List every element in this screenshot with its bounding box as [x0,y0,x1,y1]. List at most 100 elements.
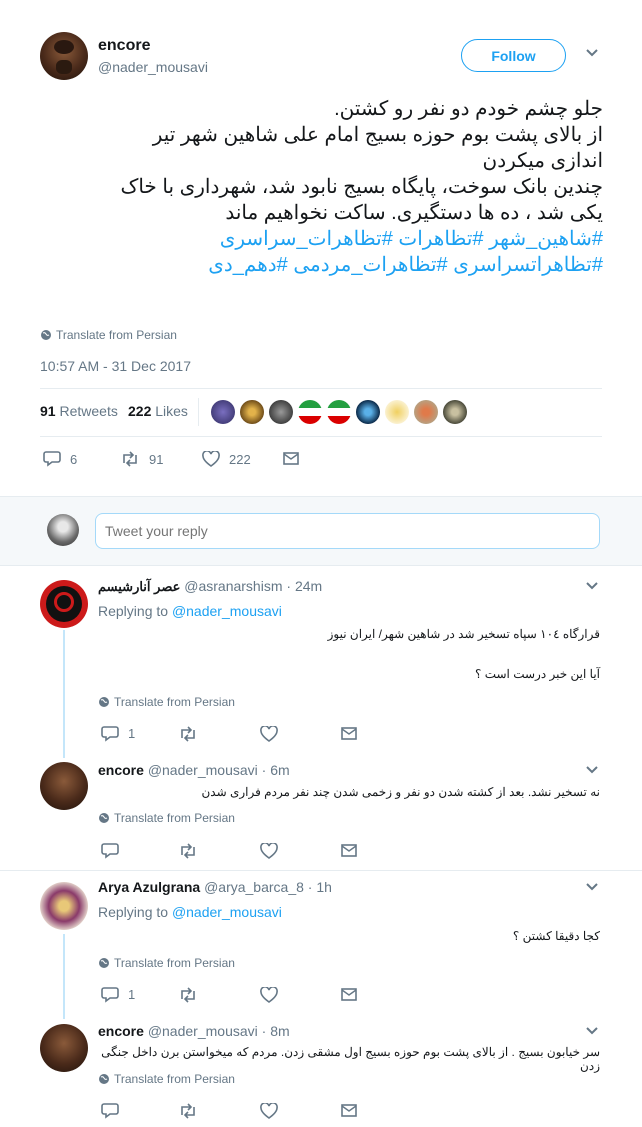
thread-line [63,630,65,758]
likes-stat[interactable]: 222 Likes [128,403,188,419]
reply-text: آیا این خبر درست است ؟ [475,667,600,681]
translate-label: Translate from Persian [114,1072,235,1086]
reply-time[interactable]: · 1h [308,879,332,895]
reply-text: نه تسخیر نشد. بعد از کشته شدن دو نفر و ز… [201,785,600,799]
globe-icon [98,812,110,824]
follow-label: Follow [491,47,536,64]
retweets-stat[interactable]: 91 Retweets [40,403,118,419]
envelope-icon[interactable] [341,844,357,857]
chevron-down-icon[interactable] [585,581,599,591]
envelope-icon[interactable] [341,988,357,1001]
heart-icon[interactable] [260,726,278,742]
replying-to-handle[interactable]: @nader_mousavi [172,904,282,920]
hashtags-line[interactable]: #شاهین_شهر #تظاهرات #تظاهرات_سراسری [40,226,603,252]
retweet-icon[interactable] [178,1103,198,1119]
tweet-text-line: چندین بانک سوخت، پایگاه بسیج نابود شد، ش… [120,176,603,198]
reply-avatar[interactable] [40,1024,88,1072]
tweet-timestamp[interactable]: 10:57 AM - 31 Dec 2017 [40,358,191,374]
reply-author-handle[interactable]: @nader_mousavi [148,762,258,778]
liker-avatar[interactable] [414,400,438,424]
reply-author-name[interactable]: Arya Azulgrana [98,879,200,895]
liker-avatar[interactable] [269,400,293,424]
reply-icon[interactable] [43,450,61,467]
tweet-text-line: جلو چشم خودم دو نفر رو کشتن. [334,98,603,120]
liker-avatar[interactable] [298,400,322,424]
chevron-down-icon[interactable] [585,48,599,58]
hashtags-line[interactable]: #تظاهراتسراسری #تظاهرات_مردمی #دهم_دی [40,252,603,278]
envelope-icon[interactable] [283,452,299,465]
reply-avatar[interactable] [40,580,88,628]
chevron-down-icon[interactable] [585,882,599,892]
reply-input[interactable] [95,513,600,549]
author-name[interactable]: encore [98,37,150,55]
liker-avatar[interactable] [443,400,467,424]
reply-count: 1 [128,726,136,741]
reply-icon[interactable] [101,986,119,1003]
reply-author-name[interactable]: عصر آنارشیسم [98,579,180,594]
tweet-text: جلو چشم خودم دو نفر رو کشتن. از بالای پش… [40,96,603,278]
liker-avatar[interactable] [211,400,235,424]
reply-compose-area [0,496,642,566]
reply-count: 1 [128,987,136,1002]
reply-author-name[interactable]: encore [98,762,144,778]
chevron-down-icon[interactable] [585,765,599,775]
translate-link[interactable]: Translate from Persian [40,328,177,342]
envelope-icon[interactable] [341,727,357,740]
translate-label: Translate from Persian [114,956,235,970]
likes-label: Likes [155,403,188,419]
reply-avatar[interactable] [40,882,88,930]
retweet-icon[interactable] [178,987,198,1003]
liker-avatar[interactable] [356,400,380,424]
retweet-icon[interactable] [120,451,140,467]
divider [40,388,602,389]
retweets-count: 91 [40,403,56,419]
divider [0,870,642,871]
reply-icon[interactable] [101,1102,119,1119]
reply-avatar[interactable] [40,762,88,810]
globe-icon [98,1073,110,1085]
translate-link[interactable]: Translate from Persian [98,811,235,825]
heart-icon[interactable] [260,843,278,859]
translate-link[interactable]: Translate from Persian [98,956,235,970]
reply-author-handle[interactable]: @nader_mousavi [148,1023,258,1039]
reply-header: encore @nader_mousavi · 8m [98,1023,290,1039]
heart-icon[interactable] [202,451,220,467]
reply-time[interactable]: · 6m [262,762,290,778]
replying-to: Replying to @nader_mousavi [98,603,282,619]
envelope-icon[interactable] [341,1104,357,1117]
replying-to-label: Replying to [98,603,169,619]
tweet-text-line: از بالای پشت بوم حوزه بسیج امام علی شاهی… [152,124,603,146]
reply-author-name[interactable]: encore [98,1023,144,1039]
tweet-text-line: یکی شد ، ده ها دستگیری. ساکت نخواهیم مان… [225,202,603,224]
divider [198,398,199,426]
reply-count: 6 [70,452,78,467]
heart-icon[interactable] [260,1103,278,1119]
chevron-down-icon[interactable] [585,1026,599,1036]
translate-label: Translate from Persian [114,811,235,825]
reply-author-handle[interactable]: @arya_barca_8 [204,879,304,895]
author-avatar[interactable] [40,32,88,80]
translate-label: Translate from Persian [56,328,177,342]
globe-icon [40,329,52,341]
follow-button[interactable]: Follow [461,39,566,72]
translate-link[interactable]: Translate from Persian [98,1072,235,1086]
reply-time[interactable]: · 8m [262,1023,290,1039]
author-handle[interactable]: @nader_mousavi [98,59,208,75]
reply-icon[interactable] [101,725,119,742]
liker-avatar[interactable] [240,400,264,424]
reply-time[interactable]: · 24m [286,578,322,594]
liker-avatar[interactable] [385,400,409,424]
reply-icon[interactable] [101,842,119,859]
translate-link[interactable]: Translate from Persian [98,695,235,709]
replying-to: Replying to @nader_mousavi [98,904,282,920]
translate-label: Translate from Persian [114,695,235,709]
reply-author-handle[interactable]: @asranarshism [184,578,282,594]
globe-icon [98,696,110,708]
retweet-icon[interactable] [178,726,198,742]
thread-line [63,934,65,1019]
replying-to-label: Replying to [98,904,169,920]
liker-avatar[interactable] [327,400,351,424]
replying-to-handle[interactable]: @nader_mousavi [172,603,282,619]
heart-icon[interactable] [260,987,278,1003]
retweet-icon[interactable] [178,843,198,859]
